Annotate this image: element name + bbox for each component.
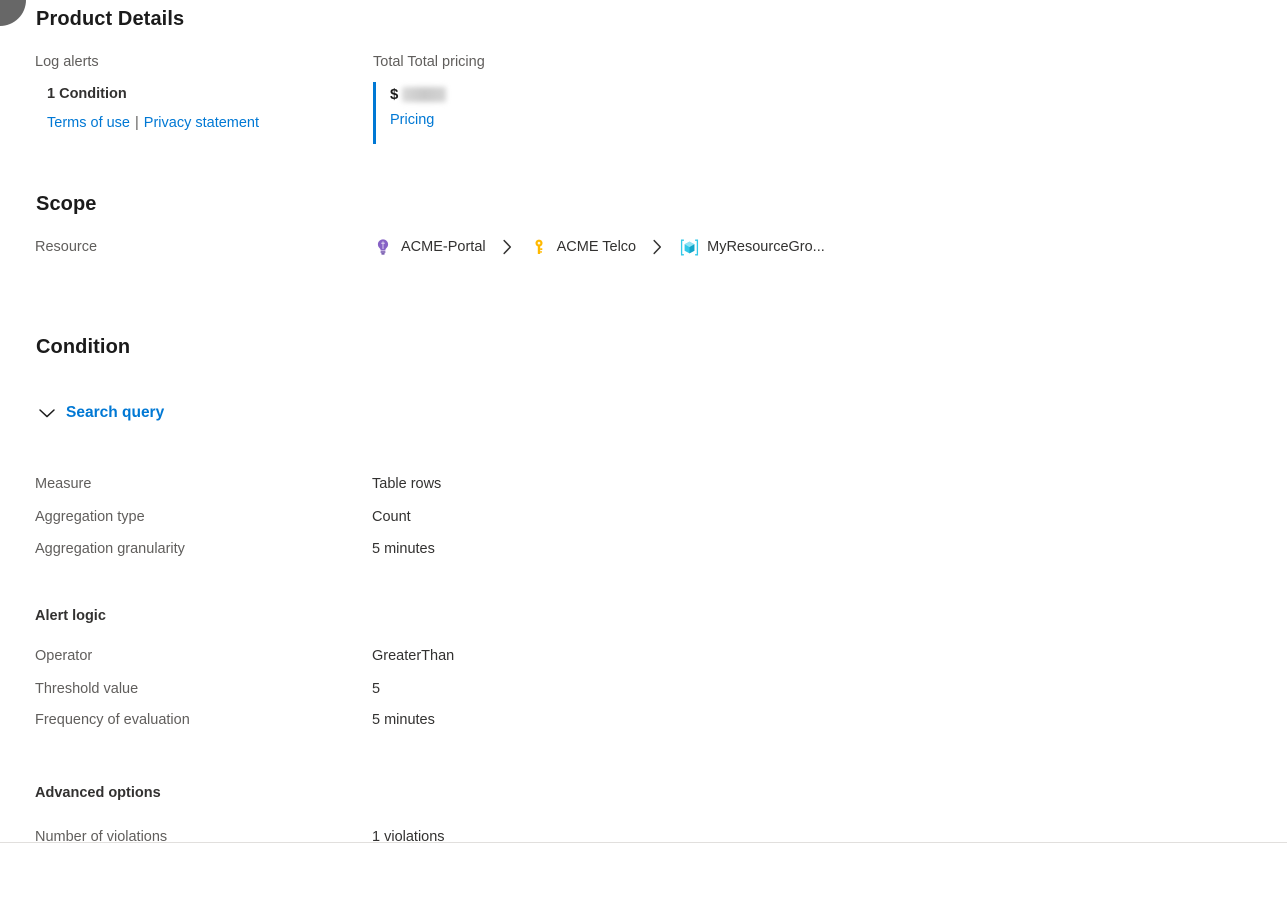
pricing-summary-block: $ Pricing <box>373 82 447 144</box>
operator-value: GreaterThan <box>372 648 455 664</box>
create-alert-rule-review-page: Product Details Log alerts 1 Condition T… <box>0 0 1287 915</box>
pricing-link[interactable]: Pricing <box>390 112 446 128</box>
search-query-toggle[interactable]: Search query <box>36 400 164 426</box>
breadcrumb-label-subscription: ACME Telco <box>556 239 637 255</box>
chevron-right-icon-2 <box>652 239 663 255</box>
aggregation-type-label: Aggregation type <box>35 509 145 525</box>
measure-value: Table rows <box>372 476 442 492</box>
chevron-down-icon <box>36 402 58 424</box>
measure-label: Measure <box>35 476 92 492</box>
links-separator: | <box>135 115 139 131</box>
breadcrumb-item-application-insights[interactable]: ACME-Portal <box>373 234 486 260</box>
search-query-label: Search query <box>66 404 165 421</box>
frequency-of-evaluation-label: Frequency of evaluation <box>35 712 190 728</box>
key-icon <box>529 237 549 257</box>
pricing-amount: $ <box>390 82 447 106</box>
breadcrumb-label-resource-group: MyResourceGro... <box>707 239 825 255</box>
breadcrumb-item-resource-group[interactable]: MyResourceGro... <box>679 234 825 260</box>
advanced-options-heading: Advanced options <box>35 785 161 801</box>
product-details-heading: Product Details <box>36 8 185 30</box>
chevron-right-icon-1 <box>502 239 513 255</box>
operator-label: Operator <box>35 648 93 664</box>
number-of-violations-label: Number of violations <box>35 829 168 843</box>
aggregation-type-value: Count <box>372 509 411 525</box>
frequency-of-evaluation-value: 5 minutes <box>372 712 435 728</box>
legal-links: Terms of use | Privacy statement <box>47 114 259 132</box>
scope-heading: Scope <box>36 193 97 215</box>
aggregation-granularity-label: Aggregation granularity <box>35 541 185 557</box>
condition-heading: Condition <box>36 336 131 358</box>
privacy-statement-link[interactable]: Privacy statement <box>144 115 259 131</box>
threshold-value-value: 5 <box>372 681 381 697</box>
review-content-scroll-area[interactable]: Product Details Log alerts 1 Condition T… <box>0 0 1287 843</box>
redacted-price-value <box>402 86 447 102</box>
currency-symbol: $ <box>390 85 399 103</box>
total-pricing-label: Total Total pricing <box>373 54 485 70</box>
breadcrumb-label-application-insights: ACME-Portal <box>401 239 486 255</box>
resource-label: Resource <box>35 239 98 255</box>
alert-logic-heading: Alert logic <box>35 608 106 624</box>
aggregation-granularity-value: 5 minutes <box>372 541 435 557</box>
terms-of-use-link[interactable]: Terms of use <box>47 115 130 131</box>
lightbulb-icon <box>373 237 393 257</box>
breadcrumb-item-subscription[interactable]: ACME Telco <box>529 234 637 260</box>
wizard-footer: Create Previous <box>0 843 1287 915</box>
resource-scope-breadcrumb: ACME-Portal ACME Telco MyResourceGro... <box>373 234 825 260</box>
resource-group-cube-icon <box>679 237 699 257</box>
number-of-violations-value: 1 violations <box>372 829 445 843</box>
offer-type-label: Log alerts <box>35 54 99 70</box>
offer-condition-value: 1 Condition <box>47 86 127 102</box>
threshold-value-label: Threshold value <box>35 681 139 697</box>
